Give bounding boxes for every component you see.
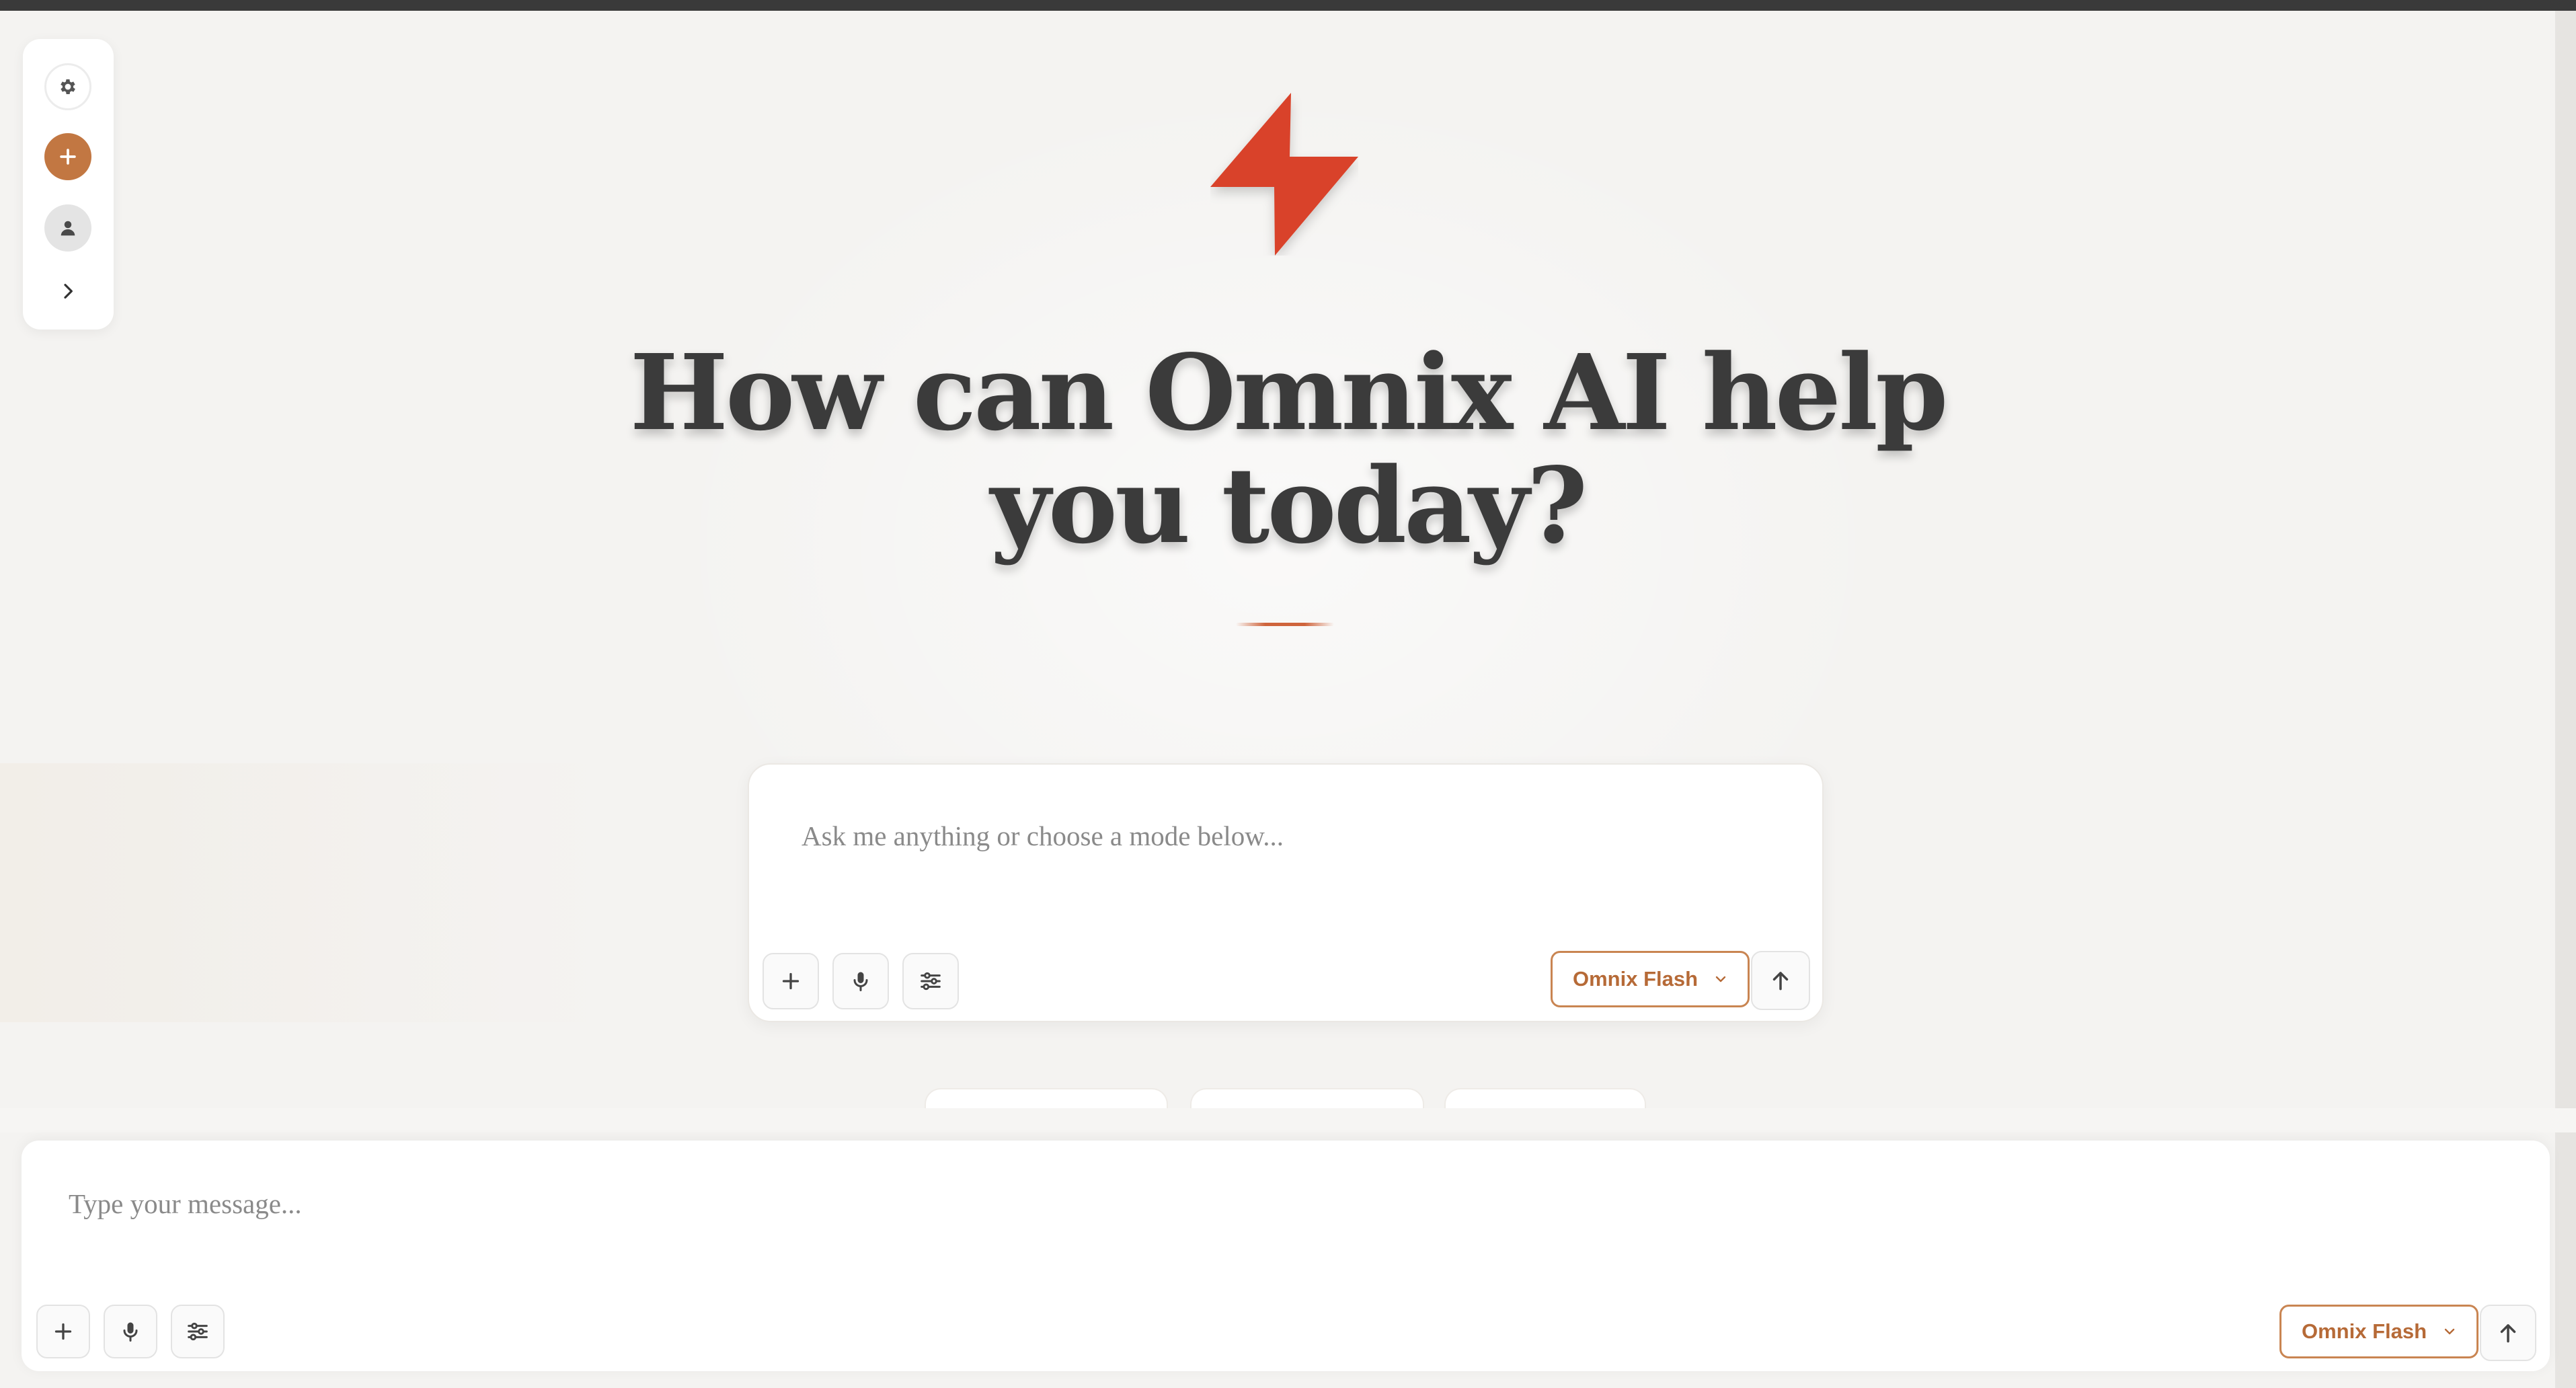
bottom-message-bar: Omnix Flash (22, 1141, 2550, 1371)
gear-icon (61, 79, 75, 94)
profile-button[interactable] (44, 204, 91, 252)
voice-button[interactable] (104, 1305, 157, 1358)
settings-sliders-button[interactable] (171, 1305, 225, 1358)
plus-icon (782, 972, 799, 990)
send-button[interactable] (1751, 951, 1810, 1010)
model-selector-label: Omnix Flash (1573, 967, 1699, 991)
page-title: How can Omnix AI help you today? (629, 331, 1949, 567)
expand-sidebar-button[interactable] (44, 268, 91, 315)
lightning-logo-icon (1210, 93, 1358, 256)
window-top-bar (0, 0, 2576, 11)
title-accent-line (1236, 623, 1334, 626)
sliders-icon (188, 1322, 208, 1341)
voice-button[interactable] (832, 953, 889, 1009)
sidebar-rail (23, 39, 114, 330)
model-selector[interactable]: Omnix Flash (1551, 951, 1750, 1007)
composer-input[interactable] (802, 809, 1770, 863)
user-icon (61, 221, 75, 236)
sliders-icon (921, 972, 941, 991)
new-chat-button[interactable] (44, 133, 91, 180)
chevron-down-icon (1715, 976, 1726, 982)
message-input[interactable] (69, 1177, 2355, 1231)
plus-icon (60, 149, 76, 165)
chevron-right-icon (64, 284, 73, 299)
microphone-icon (123, 1322, 138, 1342)
chips-fade (0, 1108, 2576, 1132)
send-button[interactable] (2480, 1305, 2536, 1361)
window-edge (2555, 11, 2576, 1388)
microphone-icon (853, 972, 868, 991)
model-selector-label: Omnix Flash (2302, 1319, 2427, 1343)
plus-icon (54, 1323, 72, 1340)
arrow-up-icon (1772, 972, 1789, 991)
arrow-up-icon (2500, 1324, 2516, 1343)
chevron-down-icon (2444, 1328, 2455, 1335)
model-selector[interactable]: Omnix Flash (2279, 1305, 2479, 1358)
attach-button[interactable] (763, 953, 819, 1009)
settings-sliders-button[interactable] (902, 953, 959, 1009)
attach-button[interactable] (36, 1305, 90, 1358)
composer-card: Omnix Flash (748, 763, 1824, 1022)
settings-button[interactable] (44, 63, 91, 110)
background-band (0, 763, 605, 1022)
